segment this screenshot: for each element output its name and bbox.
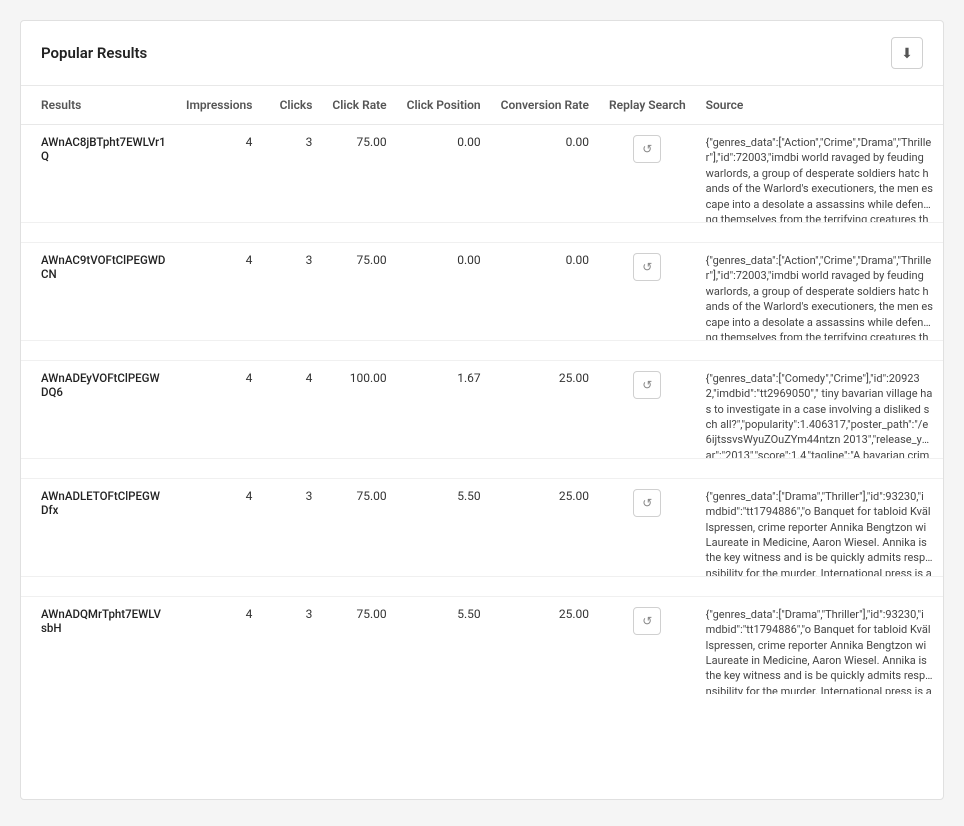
cell-results-4: AWnADQMrTpht7EWLVsbH (21, 596, 176, 693)
replay-button-1[interactable]: ↺ (633, 253, 661, 281)
cell-source-4: {"genres_data":["Drama","Thriller"],"id"… (696, 597, 943, 694)
cell-conv-rate-0: 0.00 (491, 125, 599, 223)
replay-button-0[interactable]: ↺ (633, 135, 661, 163)
cell-impressions-2: 4 (176, 360, 262, 458)
replay-icon: ↺ (642, 496, 652, 510)
cell-replay-0: ↺ (599, 125, 696, 223)
replay-button-4[interactable]: ↺ (633, 607, 661, 635)
col-header-source: Source (696, 86, 943, 125)
row-spacer (21, 340, 943, 360)
cell-impressions-0: 4 (176, 125, 262, 223)
download-icon: ⬇ (901, 45, 913, 62)
card-title: Popular Results (41, 44, 147, 62)
cell-replay-3: ↺ (599, 478, 696, 576)
cell-results-0: AWnAC8jBTpht7EWLVr1Q (21, 125, 176, 223)
cell-impressions-1: 4 (176, 242, 262, 340)
cell-clicks-1: 3 (262, 242, 322, 340)
cell-clicks-0: 3 (262, 125, 322, 223)
col-header-click-rate: Click Rate (322, 86, 396, 125)
cell-click-rate-0: 75.00 (322, 125, 396, 223)
replay-button-3[interactable]: ↺ (633, 489, 661, 517)
popular-results-card: Popular Results ⬇ Results Impressions Cl… (20, 20, 944, 800)
cell-click-rate-4: 75.00 (322, 596, 396, 693)
cell-click-position-4: 5.50 (397, 596, 491, 693)
replay-icon: ↺ (642, 142, 652, 156)
col-header-results: Results (21, 86, 176, 125)
cell-click-position-2: 1.67 (397, 360, 491, 458)
download-button[interactable]: ⬇ (891, 37, 923, 69)
col-header-click-position: Click Position (397, 86, 491, 125)
cell-click-rate-2: 100.00 (322, 360, 396, 458)
cell-conv-rate-2: 25.00 (491, 360, 599, 458)
cell-source-1: {"genres_data":["Action","Crime","Drama"… (696, 243, 943, 340)
cell-conv-rate-4: 25.00 (491, 596, 599, 693)
replay-button-2[interactable]: ↺ (633, 371, 661, 399)
table-row: AWnADQMrTpht7EWLVsbH 4 3 75.00 5.50 25.0… (21, 596, 943, 693)
cell-click-position-0: 0.00 (397, 125, 491, 223)
replay-icon: ↺ (642, 614, 652, 628)
cell-click-position-3: 5.50 (397, 478, 491, 576)
cell-source-3: {"genres_data":["Drama","Thriller"],"id"… (696, 479, 943, 576)
cell-replay-1: ↺ (599, 242, 696, 340)
cell-results-2: AWnADEyVOFtClPEGWDQ6 (21, 360, 176, 458)
replay-icon: ↺ (642, 378, 652, 392)
card-header: Popular Results ⬇ (21, 21, 943, 86)
cell-results-3: AWnADLETOFtClPEGWDfx (21, 478, 176, 576)
cell-results-1: AWnAC9tVOFtClPEGWDCN (21, 242, 176, 340)
cell-replay-4: ↺ (599, 596, 696, 693)
row-spacer (21, 222, 943, 242)
cell-click-position-1: 0.00 (397, 242, 491, 340)
cell-click-rate-3: 75.00 (322, 478, 396, 576)
table-row: AWnAC8jBTpht7EWLVr1Q 4 3 75.00 0.00 0.00… (21, 125, 943, 223)
col-header-conversion-rate: Conversion Rate (491, 86, 599, 125)
cell-clicks-4: 3 (262, 596, 322, 693)
cell-clicks-3: 3 (262, 478, 322, 576)
cell-source-2: {"genres_data":["Comedy","Crime"],"id":2… (696, 361, 943, 458)
row-spacer (21, 458, 943, 478)
replay-icon: ↺ (642, 260, 652, 274)
cell-clicks-2: 4 (262, 360, 322, 458)
col-header-clicks: Clicks (262, 86, 322, 125)
table-row: AWnAC9tVOFtClPEGWDCN 4 3 75.00 0.00 0.00… (21, 242, 943, 340)
col-header-impressions: Impressions (176, 86, 262, 125)
table-row: AWnADLETOFtClPEGWDfx 4 3 75.00 5.50 25.0… (21, 478, 943, 576)
cell-impressions-4: 4 (176, 596, 262, 693)
cell-source-0: {"genres_data":["Action","Crime","Drama"… (696, 125, 943, 222)
cell-impressions-3: 4 (176, 478, 262, 576)
table-row: AWnADEyVOFtClPEGWDQ6 4 4 100.00 1.67 25.… (21, 360, 943, 458)
row-spacer (21, 576, 943, 596)
results-table: Results Impressions Clicks Click Rate Cl… (21, 86, 943, 694)
cell-click-rate-1: 75.00 (322, 242, 396, 340)
col-header-replay-search: Replay Search (599, 86, 696, 125)
cell-conv-rate-1: 0.00 (491, 242, 599, 340)
cell-conv-rate-3: 25.00 (491, 478, 599, 576)
cell-replay-2: ↺ (599, 360, 696, 458)
table-header-row: Results Impressions Clicks Click Rate Cl… (21, 86, 943, 125)
